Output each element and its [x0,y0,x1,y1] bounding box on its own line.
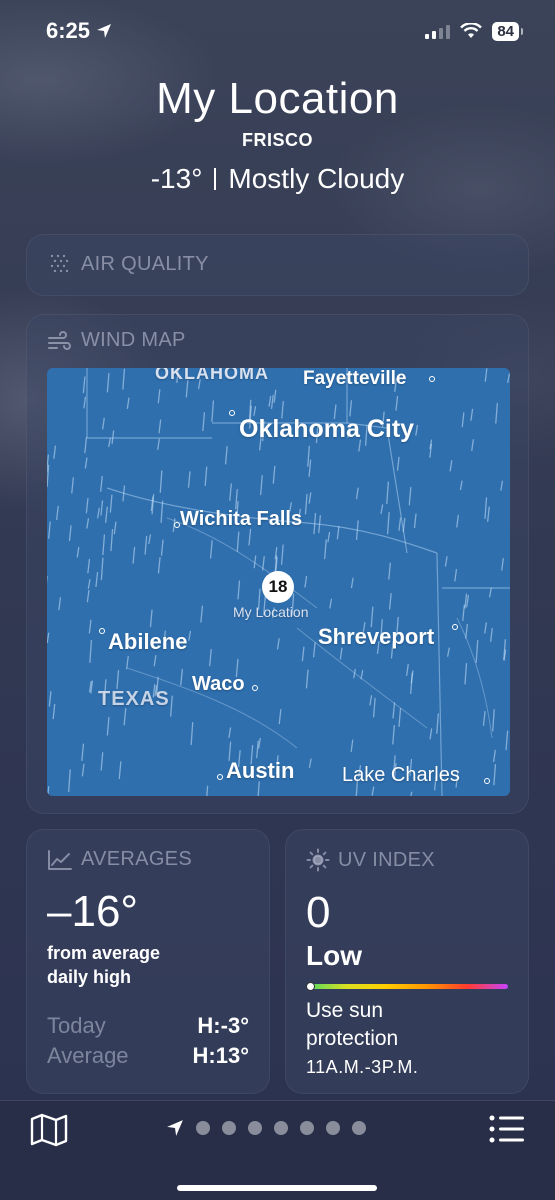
battery-indicator: 84 [492,21,523,41]
current-conditions: -13° Mostly Cloudy [0,163,555,195]
location-header: My Location FRISCO -13° Mostly Cloudy [0,74,555,195]
uv-index-value: 0 [306,888,331,937]
page-dot[interactable] [300,1121,314,1135]
city-dot [252,685,258,691]
city-label-waco: Waco [192,673,245,695]
averages-value: –16° [47,887,139,936]
wifi-icon [460,23,483,38]
uv-index-card[interactable]: UV INDEX 0 Low Use sun protection 11A.M.… [285,829,529,1094]
averages-row-average: Average H:13° [47,1043,249,1068]
city-label-oklahoma: OKLAHOMA [155,368,269,383]
city-label-wichita-falls: Wichita Falls [180,508,303,530]
my-location-wind-pin[interactable]: 18 [262,571,294,603]
city-label-fayetteville: Fayetteville [303,368,407,389]
uv-scale-bar [306,982,508,991]
air-quality-title: AIR QUALITY [81,252,209,275]
trend-chart-icon [48,849,72,870]
averages-card[interactable]: AVERAGES –16° from average daily high To… [26,829,270,1094]
uv-advice: Use sun protection 11A.M.-3P.M. [306,997,508,1081]
city-dot [229,410,235,416]
city-dot [217,774,223,780]
bottom-toolbar [0,1100,555,1200]
averages-title: AVERAGES [81,848,192,870]
city-label-shreveport: Shreveport [318,624,435,649]
page-dot[interactable] [274,1121,288,1135]
page-dot[interactable] [222,1121,236,1135]
wind-map-title: WIND MAP [81,329,186,351]
city-label-austin: Austin [226,758,295,783]
list-icon[interactable] [489,1115,525,1143]
city-dot [429,376,435,382]
status-bar: 6:25 84 [0,0,555,62]
status-time: 6:25 [46,18,112,44]
city-dot [99,628,105,634]
page-title: My Location [156,74,399,123]
home-indicator [177,1185,377,1191]
city-name: FRISCO [241,130,313,150]
sun-icon [306,848,330,872]
page-indicator[interactable] [166,1119,366,1137]
uv-scale-marker [306,982,315,991]
current-location-arrow-icon[interactable] [166,1119,184,1137]
page-dot[interactable] [352,1121,366,1135]
city-dot [452,624,458,630]
location-arrow-icon [97,24,112,38]
air-quality-card[interactable]: AIR QUALITY [26,234,529,296]
city-label-lake-charles: Lake Charles [342,764,460,786]
uv-protection-hours: 11A.M.-3P.M. [306,1057,419,1077]
page-dot[interactable] [248,1121,262,1135]
divider [214,168,217,190]
uv-level: Low [306,940,362,971]
region-label-texas: TEXAS [98,688,170,710]
page-dot[interactable] [196,1121,210,1135]
my-location-label: My Location [233,604,309,620]
city-label-oklahoma-city: Oklahoma City [239,415,415,443]
air-quality-icon [50,254,69,273]
city-label-abilene: Abilene [108,629,188,654]
averages-row-today: Today H:-3° [47,1013,249,1038]
wind-map-card[interactable]: WIND MAP OKLAHOMA Fayetteville Oklahoma … [26,314,529,814]
page-dot[interactable] [326,1121,340,1135]
condition-text: Mostly Cloudy [228,163,405,194]
uv-index-title: UV INDEX [338,848,435,871]
map-icon[interactable] [30,1113,68,1147]
wind-map[interactable]: OKLAHOMA Fayetteville Oklahoma City Wich… [47,368,510,796]
current-temperature: -13° [150,163,203,194]
wind-icon [48,330,71,350]
city-dot [484,778,490,784]
cellular-signal-icon [425,23,451,39]
averages-description: from average daily high [47,943,161,987]
